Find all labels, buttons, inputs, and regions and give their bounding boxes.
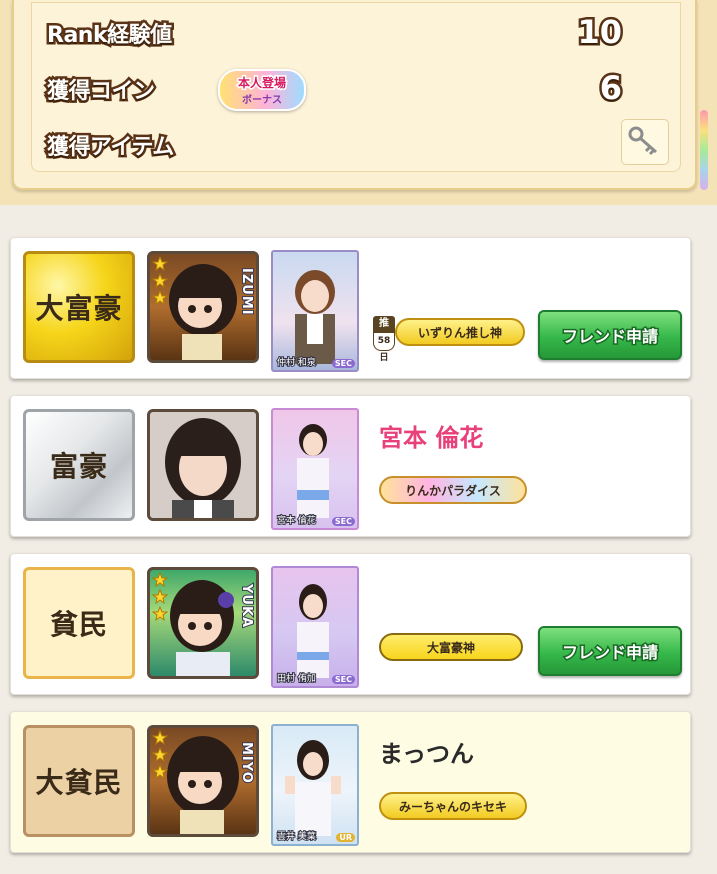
avatar-name-label: MIYO [238,741,255,785]
card-rarity-tag: SEC [331,675,355,684]
rank-label: 大富豪 [35,292,123,325]
rank-label: 大貧民 [35,766,123,799]
avatar-star-rating [151,729,169,786]
avatar-name-label: YUKA [238,583,255,629]
coins-label: 獲得コイン [45,77,158,107]
rank-badge: 富豪 [23,409,135,521]
items-label: 獲得アイテム [45,133,177,163]
card-rarity-tag: SEC [331,359,355,368]
player-row-1: 大富豪 IZUMI 仲村 和泉 SEC 推 58日 いずりん推し神 フレンド申請 [10,237,691,379]
bonus-badge-top: 本人登場 [236,75,287,92]
player-avatar[interactable]: IZUMI [147,251,259,363]
avatar-photo [165,418,241,518]
card-rarity-tag: SEC [331,517,355,526]
rank-badge: 貧民 [23,567,135,679]
coins-value: 6 [597,67,624,110]
member-card-thumbnail[interactable]: 田村 侑加 SEC [271,566,359,688]
rank-exp-value: 10 [575,11,624,54]
member-card-thumbnail[interactable]: 雲井 美葉 UR [271,724,359,846]
oshi-label: 推 [373,316,395,332]
bonus-badge-bottom: ボーナス [242,95,282,106]
card-member-name: 田村 侑加 [276,673,317,685]
oshi-days: 58日 [373,332,395,363]
friend-request-button[interactable]: フレンド申請 [538,626,682,676]
player-row-3: 貧民 YUKA 田村 侑加 SEC 大富豪神 フレンド申請 [10,553,691,695]
player-name: 宮本 倫花 [379,424,484,452]
card-rarity-tag: UR [336,833,355,842]
player-title-badge: みーちゃんのキセキ [379,792,527,820]
member-card-photo [295,270,335,364]
rank-label: 貧民 [49,608,108,641]
player-row-4: 大貧民 MIYO 雲井 美葉 UR まっつん みーちゃんのキセキ [10,711,691,853]
rank-badge: 大貧民 [23,725,135,837]
rank-badge: 大富豪 [23,251,135,363]
avatar-star-rating [151,571,169,628]
player-title-badge: りんかパラダイス [379,476,527,504]
player-avatar[interactable]: YUKA [147,567,259,679]
player-name: まっつん [379,740,475,768]
bonus-badge: 本人登場 ボーナス [218,69,306,111]
player-title-badge: いずりん推し神 [395,318,525,346]
card-member-name: 宮本 倫花 [276,515,317,527]
member-card-photo [297,424,329,518]
results-section: Rank経験値 10 獲得コイン 本人登場 ボーナス 6 獲得アイテム [0,0,717,205]
card-member-name: 雲井 美葉 [276,831,317,843]
member-card-photo [297,584,329,678]
player-row-2: 富豪 宮本 倫花 SEC 宮本 倫花 りんかパラダイス [10,395,691,537]
friend-request-button[interactable]: フレンド申請 [538,310,682,360]
card-member-name: 仲村 和泉 [276,357,317,369]
player-avatar[interactable] [147,409,259,521]
avatar-star-rating [151,255,169,312]
player-avatar[interactable]: MIYO [147,725,259,837]
results-inner-box: Rank経験値 10 獲得コイン 本人登場 ボーナス 6 獲得アイテム [31,2,681,172]
member-card-thumbnail[interactable]: 宮本 倫花 SEC [271,408,359,530]
decorative-rainbow-edge [700,110,708,190]
rank-exp-label: Rank経験値 [45,21,175,51]
rank-label: 富豪 [49,450,108,483]
player-title-badge: 大富豪神 [379,633,523,661]
member-card-thumbnail[interactable]: 仲村 和泉 SEC [271,250,359,372]
oshi-days-badge: 推 58日 [373,316,395,363]
key-icon[interactable] [621,119,669,165]
member-card-photo [285,740,341,836]
results-panel: Rank経験値 10 獲得コイン 本人登場 ボーナス 6 獲得アイテム [12,0,697,190]
avatar-name-label: IZUMI [238,267,255,317]
